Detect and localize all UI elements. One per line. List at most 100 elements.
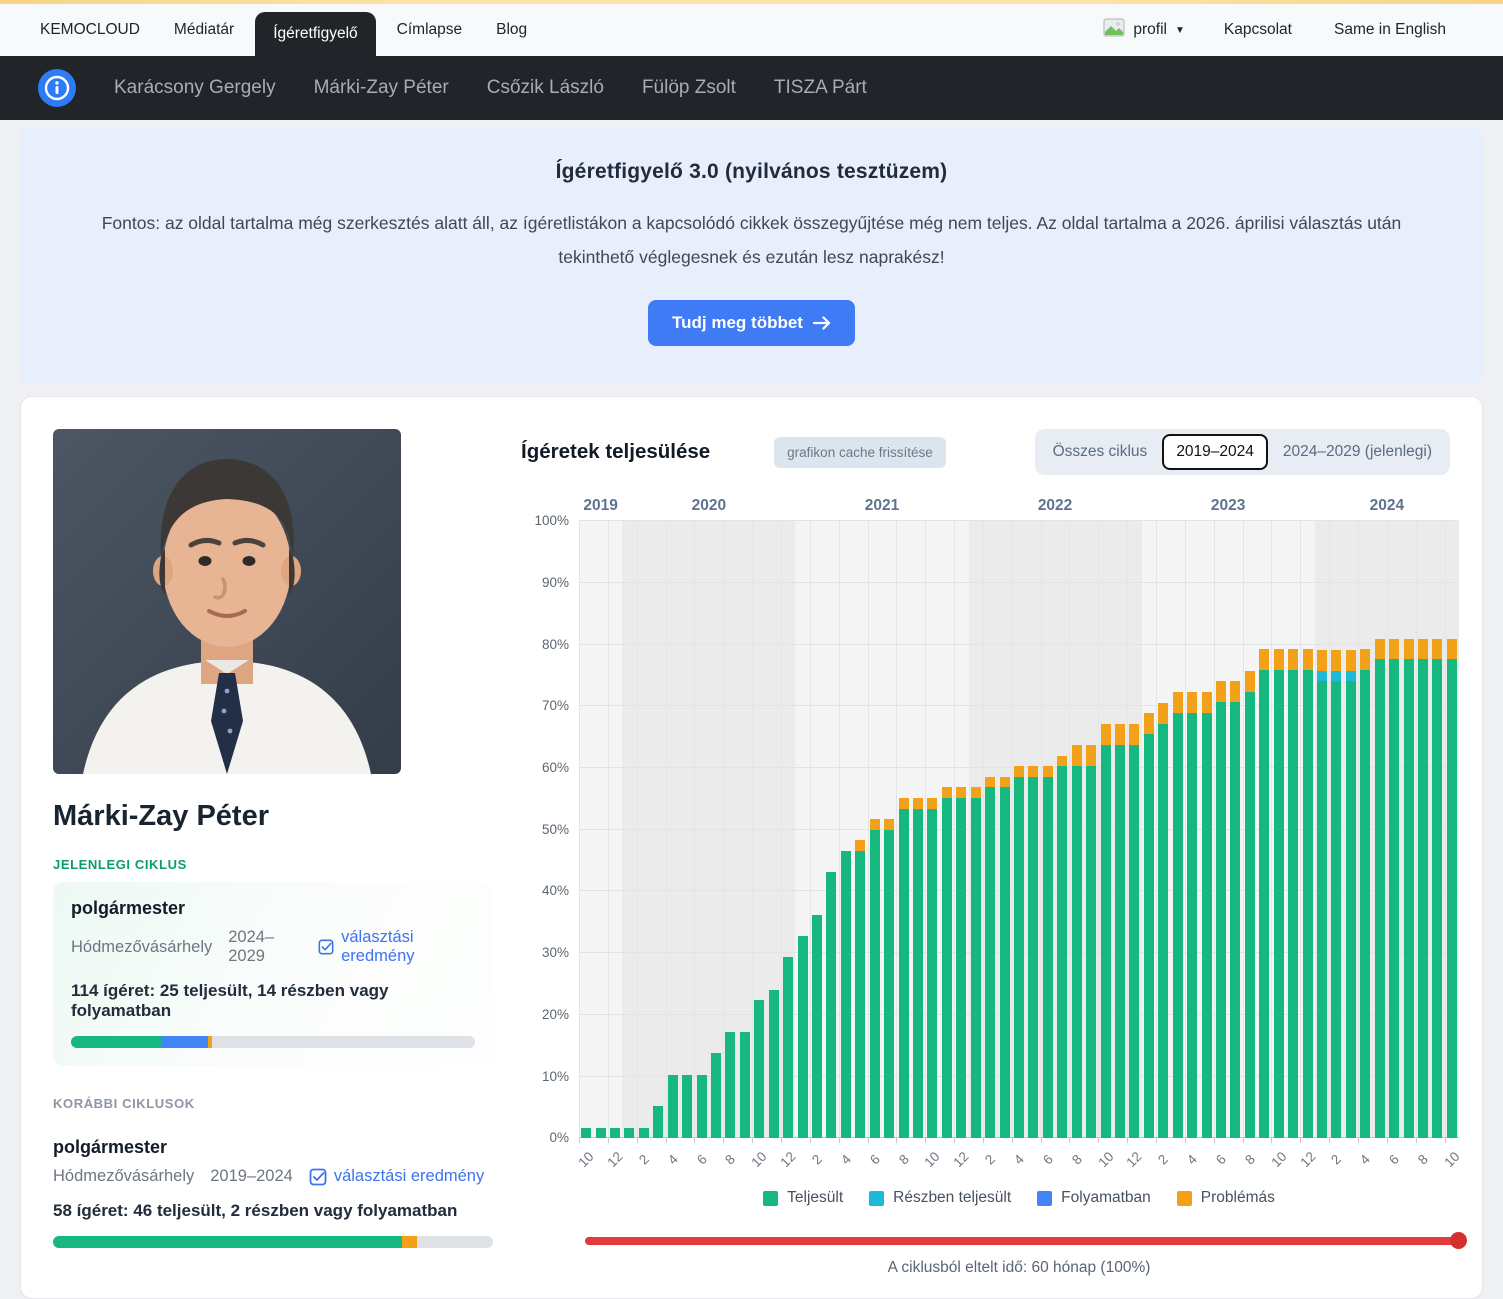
chart-bar[interactable] — [624, 1128, 634, 1138]
header-item-english[interactable]: Same in English — [1317, 21, 1463, 39]
chart-bar[interactable] — [985, 777, 995, 1139]
refresh-cache-button[interactable]: grafikon cache frissítése — [774, 437, 946, 468]
chart-bar[interactable] — [697, 1075, 707, 1139]
chart-bar[interactable] — [841, 851, 851, 1139]
election-result-link[interactable]: választási eredmény — [318, 928, 475, 966]
learn-more-button[interactable]: Tudj meg többet — [648, 300, 855, 346]
chart-bar[interactable] — [1057, 756, 1067, 1139]
tab-all-cycles[interactable]: Összes ciklus — [1040, 435, 1161, 469]
chart-bar[interactable] — [826, 872, 836, 1138]
chart-bar[interactable] — [855, 840, 865, 1138]
chart-bar[interactable] — [1202, 692, 1212, 1139]
header-item-blog[interactable]: Blog — [479, 4, 544, 56]
chart-bar[interactable] — [610, 1128, 620, 1138]
chart-bar[interactable] — [1230, 681, 1240, 1138]
chart-bar[interactable] — [812, 915, 822, 1138]
brand-kemocloud[interactable]: KEMOCLOUD — [40, 4, 157, 56]
legend-item-folyamatban[interactable]: Folyamatban — [1037, 1189, 1151, 1207]
bar-segment-teljesult — [754, 1000, 764, 1138]
chart-bar[interactable] — [1375, 639, 1385, 1139]
chart-bar[interactable] — [1216, 681, 1226, 1138]
chart-bar[interactable] — [740, 1032, 750, 1138]
chart-bar[interactable] — [1259, 649, 1269, 1138]
chart-bar[interactable] — [639, 1128, 649, 1138]
election-result-link[interactable]: választási eredmény — [309, 1167, 484, 1186]
chart-bar[interactable] — [1173, 692, 1183, 1139]
header-item-mediatar[interactable]: Médiatár — [157, 4, 251, 56]
header-item-cimlapse[interactable]: Címlapse — [380, 4, 479, 56]
header-item-kapcsolat[interactable]: Kapcsolat — [1207, 21, 1309, 39]
chart-bar[interactable] — [927, 798, 937, 1138]
legend-item-reszben_teljesult[interactable]: Részben teljesült — [869, 1189, 1011, 1207]
chart-bar[interactable] — [1360, 649, 1370, 1138]
chart-bar[interactable] — [884, 819, 894, 1138]
chart-bar[interactable] — [798, 936, 808, 1138]
tab-2019-2024[interactable]: 2019–2024 — [1162, 434, 1268, 470]
chart-bar[interactable] — [769, 990, 779, 1139]
chart-bar[interactable] — [653, 1106, 663, 1138]
subnav-item-markizay[interactable]: Márki-Zay Péter — [314, 77, 449, 99]
x-axis-month-label: 8 — [1069, 1152, 1085, 1168]
chart-bar[interactable] — [870, 819, 880, 1138]
subnav-item-tisza[interactable]: TISZA Párt — [774, 77, 867, 99]
chart-bar[interactable] — [711, 1053, 721, 1138]
chart-bar[interactable] — [1389, 639, 1399, 1139]
legend-item-problemas[interactable]: Problémás — [1177, 1189, 1275, 1207]
chart-bar[interactable] — [1072, 745, 1082, 1138]
chart-bar[interactable] — [1187, 692, 1197, 1139]
legend-item-teljesult[interactable]: Teljesült — [763, 1189, 843, 1207]
x-axis-month-label: 12 — [778, 1149, 799, 1170]
chart-bar[interactable] — [754, 1000, 764, 1138]
chart-bar[interactable] — [1447, 639, 1457, 1139]
chart-bar[interactable] — [913, 798, 923, 1138]
chart-bar[interactable] — [1101, 724, 1111, 1139]
header-tab-igeretfigyelo[interactable]: Ígéretfigyelő — [255, 12, 375, 56]
time-slider-handle[interactable] — [1450, 1232, 1467, 1249]
chart-bar[interactable] — [668, 1075, 678, 1139]
chevron-down-icon: ▼ — [1175, 25, 1185, 36]
chart-bar[interactable] — [1245, 671, 1255, 1139]
tab-2024-2029[interactable]: 2024–2029 (jelenlegi) — [1270, 435, 1445, 469]
chart-bar[interactable] — [1086, 745, 1096, 1138]
v-gridline — [1012, 521, 1013, 1138]
politician-photo — [53, 429, 401, 774]
chart-bar[interactable] — [956, 787, 966, 1138]
subnav-item-fulop[interactable]: Fülöp Zsolt — [642, 77, 736, 99]
chart-bar[interactable] — [596, 1128, 606, 1138]
profile-menu[interactable]: profil ▼ — [1089, 18, 1199, 42]
chart-bar[interactable] — [1274, 649, 1284, 1138]
chart-bar[interactable] — [1418, 639, 1428, 1139]
subnav-item-csozik[interactable]: Csőzik László — [487, 77, 604, 99]
chart-bar[interactable] — [1331, 650, 1341, 1139]
chart-bar[interactable] — [1129, 724, 1139, 1139]
chart-bar[interactable] — [1115, 724, 1125, 1139]
chart-bar[interactable] — [1432, 639, 1442, 1139]
chart-bar[interactable] — [1028, 766, 1038, 1138]
notice-banner: Ígéretfigyelő 3.0 (nyilvános tesztüzem) … — [20, 128, 1483, 384]
chart-bar[interactable] — [899, 798, 909, 1138]
time-slider[interactable] — [585, 1232, 1459, 1250]
year-band-2019 — [579, 521, 622, 1138]
chart-bar[interactable] — [942, 787, 952, 1138]
y-axis-tick-label: 70% — [523, 698, 569, 713]
chart-bar[interactable] — [1014, 766, 1024, 1138]
chart-bar[interactable] — [581, 1128, 591, 1138]
chart-bar[interactable] — [783, 957, 793, 1138]
chart-bar[interactable] — [971, 787, 981, 1138]
chart-bar[interactable] — [1158, 703, 1168, 1139]
chart-bar[interactable] — [1303, 649, 1313, 1138]
chart-bar[interactable] — [1144, 713, 1154, 1138]
chart-bar[interactable] — [1043, 766, 1053, 1138]
politician-detail-card: Márki-Zay Péter JELENLEGI CIKLUS polgárm… — [20, 396, 1483, 1299]
year-label-2021: 2021 — [795, 497, 968, 515]
info-icon[interactable] — [38, 69, 76, 107]
chart-bar[interactable] — [1288, 649, 1298, 1138]
chart-bar[interactable] — [682, 1075, 692, 1139]
chart-bar[interactable] — [1346, 650, 1356, 1139]
chart-bar[interactable] — [1404, 639, 1414, 1139]
subnav-item-karacsony[interactable]: Karácsony Gergely — [114, 77, 276, 99]
bar-segment-teljesult — [596, 1128, 606, 1138]
chart-bar[interactable] — [1317, 650, 1327, 1139]
chart-bar[interactable] — [1000, 777, 1010, 1139]
chart-bar[interactable] — [725, 1032, 735, 1138]
